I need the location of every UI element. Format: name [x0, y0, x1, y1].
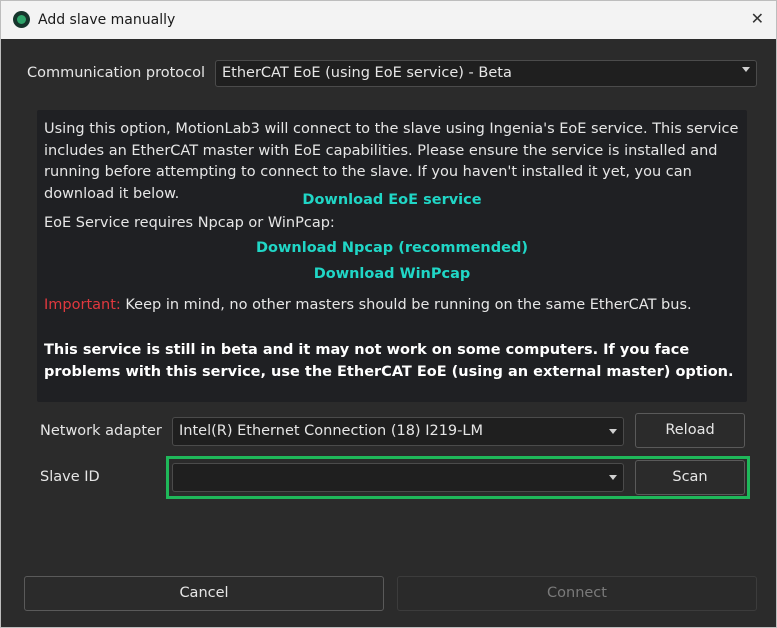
requires-text: EoE Service requires Npcap or WinPcap:	[44, 215, 335, 231]
info-panel: Using this option, MotionLab3 will conne…	[37, 110, 747, 402]
close-icon[interactable]: ✕	[751, 9, 764, 29]
chevron-down-icon	[742, 67, 750, 72]
download-eoe-link[interactable]: Download EoE service	[37, 192, 747, 208]
motionlab-logo-icon	[13, 11, 30, 28]
download-npcap-link[interactable]: Download Npcap (recommended)	[37, 240, 747, 256]
beta-warning-text: This service is still in beta and it may…	[44, 342, 734, 380]
slave-id-label: Slave ID	[40, 469, 100, 485]
dialog-title: Add slave manually	[38, 12, 176, 28]
protocol-select-value: EtherCAT EoE (using EoE service) - Beta	[222, 65, 512, 81]
add-slave-dialog: Add slave manually ✕ Communication proto…	[0, 0, 777, 628]
network-adapter-select[interactable]: Intel(R) Ethernet Connection (18) I219-L…	[172, 417, 624, 446]
protocol-label: Communication protocol	[27, 65, 206, 81]
network-adapter-value: Intel(R) Ethernet Connection (18) I219-L…	[179, 423, 483, 439]
network-adapter-label: Network adapter	[40, 423, 162, 439]
download-winpcap-link[interactable]: Download WinPcap	[37, 266, 747, 282]
protocol-select[interactable]: EtherCAT EoE (using EoE service) - Beta	[215, 60, 757, 87]
cancel-button[interactable]: Cancel	[24, 576, 384, 611]
important-text: Keep in mind, no other masters should be…	[120, 297, 692, 313]
reload-button[interactable]: Reload	[635, 413, 745, 448]
connect-button[interactable]: Connect	[397, 576, 757, 611]
slave-id-highlight	[166, 456, 750, 499]
important-label: Important:	[44, 297, 121, 313]
important-note: Important: Keep in mind, no other master…	[44, 297, 692, 313]
chevron-down-icon	[609, 429, 617, 434]
title-bar: Add slave manually ✕	[1, 1, 776, 39]
